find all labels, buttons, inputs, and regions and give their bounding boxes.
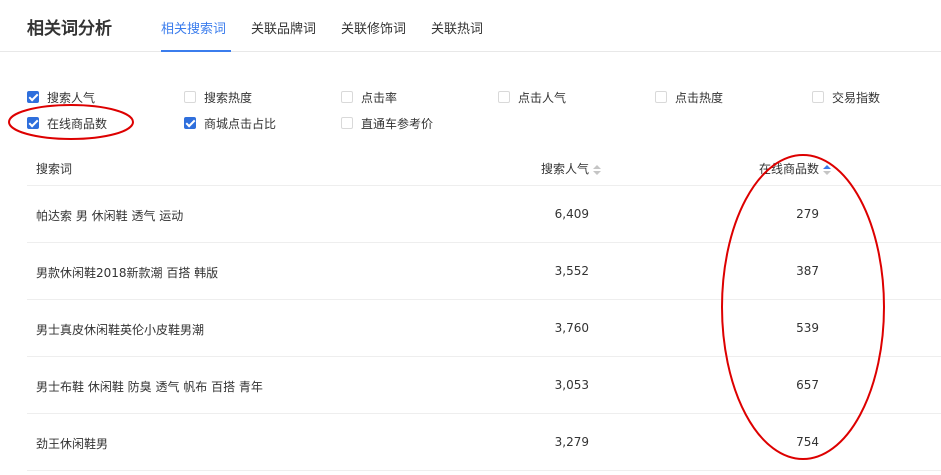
filter-click-popularity[interactable]: 点击人气 bbox=[498, 90, 567, 105]
filter-label: 在线商品数 bbox=[47, 116, 108, 131]
online-count-cell: 387 bbox=[796, 264, 819, 278]
tab-related-brand-words[interactable]: 关联品牌词 bbox=[251, 18, 316, 37]
filter-transaction-index[interactable]: 交易指数 bbox=[812, 90, 881, 105]
filter-ztc-reference-price[interactable]: 直通车参考价 bbox=[341, 116, 434, 131]
table-row: 劲王休闲鞋男 3,279 754 bbox=[27, 414, 941, 471]
filter-label: 点击人气 bbox=[518, 90, 567, 105]
checkbox-unchecked-icon[interactable] bbox=[498, 91, 510, 103]
filter-click-rate[interactable]: 点击率 bbox=[341, 90, 398, 105]
column-header-online-count[interactable]: 在线商品数 bbox=[759, 160, 831, 177]
sort-icon[interactable] bbox=[593, 164, 601, 176]
checkbox-checked-icon[interactable] bbox=[27, 91, 39, 103]
checkbox-unchecked-icon[interactable] bbox=[655, 91, 667, 103]
filter-search-popularity[interactable]: 搜索人气 bbox=[27, 90, 96, 105]
checkbox-checked-icon[interactable] bbox=[184, 117, 196, 129]
keyword-cell: 帕达索 男 休闲鞋 透气 运动 bbox=[36, 209, 184, 223]
filter-label: 搜索人气 bbox=[47, 90, 96, 105]
online-count-cell: 279 bbox=[796, 207, 819, 221]
filter-label: 点击率 bbox=[361, 90, 398, 105]
online-count-cell: 657 bbox=[796, 378, 819, 392]
checkbox-unchecked-icon[interactable] bbox=[341, 91, 353, 103]
popularity-cell: 6,409 bbox=[554, 207, 589, 221]
tab-related-search-words[interactable]: 相关搜索词 bbox=[161, 18, 226, 37]
popularity-cell: 3,552 bbox=[554, 264, 589, 278]
table-row: 帕达索 男 休闲鞋 透气 运动 6,409 279 bbox=[27, 186, 941, 243]
filter-label: 搜索热度 bbox=[204, 90, 253, 105]
table-header: 搜索词 搜索人气 在线商品数 bbox=[27, 148, 941, 186]
keyword-cell: 劲王休闲鞋男 bbox=[36, 437, 109, 451]
online-count-cell: 754 bbox=[796, 435, 819, 449]
popularity-cell: 3,053 bbox=[554, 378, 589, 392]
keyword-cell: 男士布鞋 休闲鞋 防臭 透气 帆布 百搭 青年 bbox=[36, 380, 263, 394]
checkbox-unchecked-icon[interactable] bbox=[341, 117, 353, 129]
sort-ascending-icon[interactable] bbox=[823, 164, 831, 176]
keyword-cell: 男士真皮休闲鞋英伦小皮鞋男潮 bbox=[36, 323, 205, 337]
tab-related-modifier-words[interactable]: 关联修饰词 bbox=[341, 18, 406, 37]
column-header-popularity[interactable]: 搜索人气 bbox=[541, 160, 601, 177]
tab-related-hot-words[interactable]: 关联热词 bbox=[431, 18, 483, 37]
online-count-cell: 539 bbox=[796, 321, 819, 335]
checkbox-unchecked-icon[interactable] bbox=[184, 91, 196, 103]
filter-label: 直通车参考价 bbox=[361, 116, 434, 131]
filter-click-heat[interactable]: 点击热度 bbox=[655, 90, 724, 105]
column-header-keyword: 搜索词 bbox=[36, 162, 73, 176]
active-tab-indicator bbox=[161, 50, 231, 52]
filter-search-heat[interactable]: 搜索热度 bbox=[184, 90, 253, 105]
column-header-label: 搜索人气 bbox=[540, 162, 589, 176]
popularity-cell: 3,279 bbox=[554, 435, 589, 449]
popularity-cell: 3,760 bbox=[554, 321, 589, 335]
table-row: 男款休闲鞋2018新款潮 百搭 韩版 3,552 387 bbox=[27, 243, 941, 300]
filter-mall-click-share[interactable]: 商城点击占比 bbox=[184, 116, 277, 131]
checkbox-checked-icon[interactable] bbox=[27, 117, 39, 129]
filter-label: 点击热度 bbox=[675, 90, 724, 105]
keyword-cell: 男款休闲鞋2018新款潮 百搭 韩版 bbox=[36, 266, 219, 280]
header-bar: 相关词分析 相关搜索词 关联品牌词 关联修饰词 关联热词 bbox=[0, 0, 941, 52]
filter-label: 交易指数 bbox=[832, 90, 881, 105]
page-title: 相关词分析 bbox=[27, 19, 112, 39]
table-row: 男士布鞋 休闲鞋 防臭 透气 帆布 百搭 青年 3,053 657 bbox=[27, 357, 941, 414]
table-row: 男士真皮休闲鞋英伦小皮鞋男潮 3,760 539 bbox=[27, 300, 941, 357]
column-header-label: 在线商品数 bbox=[758, 162, 819, 176]
checkbox-unchecked-icon[interactable] bbox=[812, 91, 824, 103]
filter-online-products[interactable]: 在线商品数 bbox=[27, 116, 108, 131]
filter-label: 商城点击占比 bbox=[204, 116, 277, 131]
